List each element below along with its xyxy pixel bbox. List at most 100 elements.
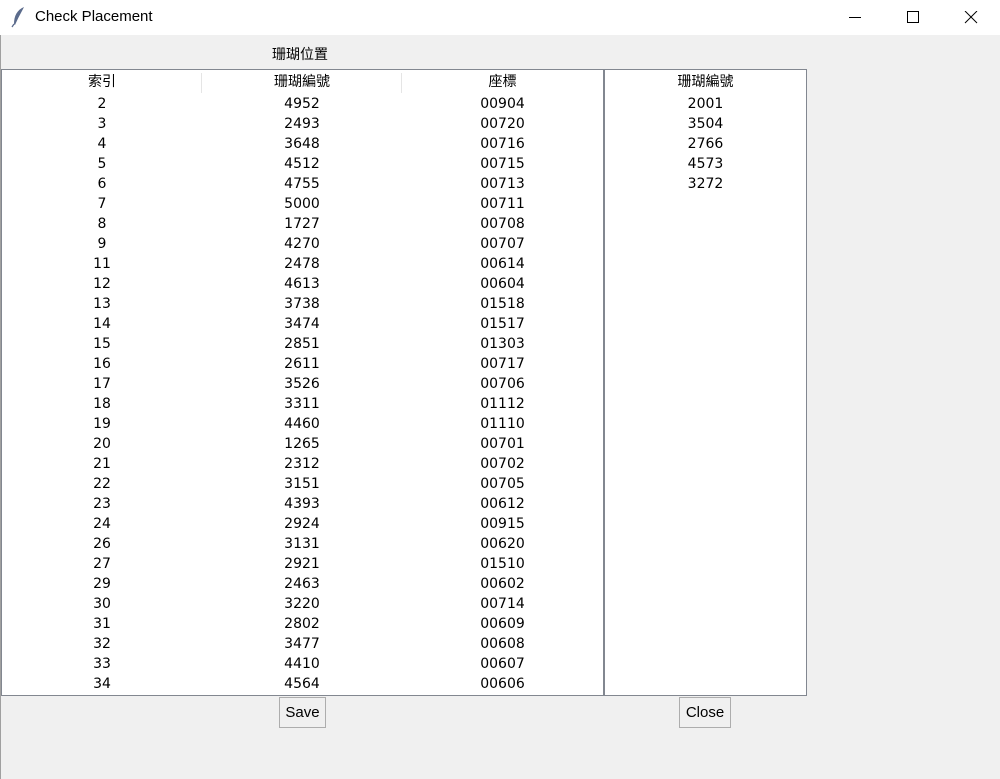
cell-index: 14	[93, 316, 111, 332]
table-row[interactable]: 17 3526 00706	[2, 374, 603, 394]
cell-coordinate: 00716	[480, 136, 525, 152]
cell-coral-id: 2851	[284, 336, 320, 352]
table-row[interactable]: 32 3477 00608	[2, 634, 603, 654]
cell-index: 34	[93, 676, 111, 692]
cell-coordinate: 00714	[480, 596, 525, 612]
table-row[interactable]: 26 3131 00620	[2, 534, 603, 554]
column-header-coral-id[interactable]: 珊瑚編號	[605, 70, 806, 94]
table-row[interactable]: 30 3220 00714	[2, 594, 603, 614]
list-body: 2001 3504 2766 4573 3272	[605, 94, 806, 194]
cell-coordinate: 00706	[480, 376, 525, 392]
coral-placement-table[interactable]: 索引 珊瑚編號 座標 2 4952 00904 3 2493 00720 4 3648 0071…	[1, 69, 604, 696]
table-row[interactable]: 34 4564 00606	[2, 674, 603, 694]
cell-coral-id: 4460	[284, 416, 320, 432]
cell-coral-id: 1727	[284, 216, 320, 232]
table-row[interactable]: 15 2851 01303	[2, 334, 603, 354]
table-row[interactable]: 16 2611 00717	[2, 354, 603, 374]
cell-coral-id: 3474	[284, 316, 320, 332]
cell-coordinate: 00711	[480, 196, 525, 212]
table-row[interactable]: 27 2921 01510	[2, 554, 603, 574]
table-row[interactable]: 19 4460 01110	[2, 414, 603, 434]
cell-coral-id: 3272	[687, 176, 724, 192]
cell-coral-id: 3738	[284, 296, 320, 312]
cell-coral-id: 3504	[687, 116, 724, 132]
list-item[interactable]: 3272	[605, 174, 806, 194]
cell-coral-id: 4393	[284, 496, 320, 512]
table-row[interactable]: 5 4512 00715	[2, 154, 603, 174]
table-row[interactable]: 23 4393 00612	[2, 494, 603, 514]
frame-label: 珊瑚位置	[272, 47, 328, 63]
table-row[interactable]: 24 2924 00915	[2, 514, 603, 534]
cell-coral-id: 4270	[284, 236, 320, 252]
cell-coral-id: 4573	[687, 156, 724, 172]
feather-icon	[11, 6, 27, 28]
cell-coordinate: 00620	[480, 536, 525, 552]
cell-coral-id: 2463	[284, 576, 320, 592]
maximize-button[interactable]	[884, 0, 942, 35]
list-item[interactable]: 2001	[605, 94, 806, 114]
table-row[interactable]: 4 3648 00716	[2, 134, 603, 154]
cell-coordinate: 00713	[480, 176, 525, 192]
cell-coral-id: 2924	[284, 516, 320, 532]
table-row[interactable]: 2 4952 00904	[2, 94, 603, 114]
column-header-coral-id[interactable]: 珊瑚編號	[202, 70, 402, 94]
cell-index: 29	[93, 576, 111, 592]
table-row[interactable]: 33 4410 00607	[2, 654, 603, 674]
column-header-index[interactable]: 索引	[2, 70, 202, 94]
title-bar: Check Placement	[0, 0, 1000, 35]
table-row[interactable]: 9 4270 00707	[2, 234, 603, 254]
coral-id-list[interactable]: 珊瑚編號 2001 3504 2766 4573 3272	[604, 69, 807, 696]
table-row[interactable]: 11 2478 00614	[2, 254, 603, 274]
cell-index: 3	[97, 116, 107, 132]
cell-coral-id: 1265	[284, 436, 320, 452]
cell-coordinate: 01110	[480, 416, 525, 432]
cell-coordinate: 00701	[480, 436, 525, 452]
table-row[interactable]: 3 2493 00720	[2, 114, 603, 134]
table-row[interactable]: 8 1727 00708	[2, 214, 603, 234]
cell-index: 13	[93, 296, 111, 312]
minimize-button[interactable]	[826, 0, 884, 35]
cell-coral-id: 4952	[284, 96, 320, 112]
cell-coordinate: 00708	[480, 216, 525, 232]
table-row[interactable]: 18 3311 01112	[2, 394, 603, 414]
cell-index: 9	[97, 236, 107, 252]
list-header: 珊瑚編號	[605, 70, 806, 94]
cell-coral-id: 2001	[687, 96, 724, 112]
column-header-coordinate[interactable]: 座標	[402, 70, 603, 94]
table-row[interactable]: 21 2312 00702	[2, 454, 603, 474]
cell-coordinate: 00609	[480, 616, 525, 632]
close-button[interactable]: Close	[679, 697, 731, 728]
table-row[interactable]: 29 2463 00602	[2, 574, 603, 594]
table-row[interactable]: 6 4755 00713	[2, 174, 603, 194]
table-row[interactable]: 13 3738 01518	[2, 294, 603, 314]
table-row[interactable]: 14 3474 01517	[2, 314, 603, 334]
cell-coral-id: 4410	[284, 656, 320, 672]
cell-coral-id: 3526	[284, 376, 320, 392]
table-row[interactable]: 20 1265 00701	[2, 434, 603, 454]
cell-coral-id: 3131	[284, 536, 320, 552]
cell-index: 21	[93, 456, 111, 472]
list-item[interactable]: 3504	[605, 114, 806, 134]
cell-index: 19	[93, 416, 111, 432]
save-button[interactable]: Save	[279, 697, 326, 728]
cell-coral-id: 3648	[284, 136, 320, 152]
table-row[interactable]: 31 2802 00609	[2, 614, 603, 634]
window-close-button[interactable]	[942, 0, 1000, 35]
cell-index: 31	[93, 616, 111, 632]
cell-index: 2	[97, 96, 107, 112]
cell-coordinate: 00717	[480, 356, 525, 372]
cell-coordinate: 00915	[480, 516, 525, 532]
cell-coral-id: 2766	[687, 136, 724, 152]
table-body: 2 4952 00904 3 2493 00720 4 3648 00716 5 4512 00715…	[2, 94, 603, 694]
list-item[interactable]: 2766	[605, 134, 806, 154]
cell-coordinate: 00606	[480, 676, 525, 692]
cell-index: 12	[93, 276, 111, 292]
table-row[interactable]: 12 4613 00604	[2, 274, 603, 294]
cell-index: 6	[97, 176, 107, 192]
cell-coral-id: 2611	[284, 356, 320, 372]
table-row[interactable]: 7 5000 00711	[2, 194, 603, 214]
maximize-icon	[907, 11, 919, 23]
minimize-icon	[849, 17, 861, 18]
table-row[interactable]: 22 3151 00705	[2, 474, 603, 494]
list-item[interactable]: 4573	[605, 154, 806, 174]
